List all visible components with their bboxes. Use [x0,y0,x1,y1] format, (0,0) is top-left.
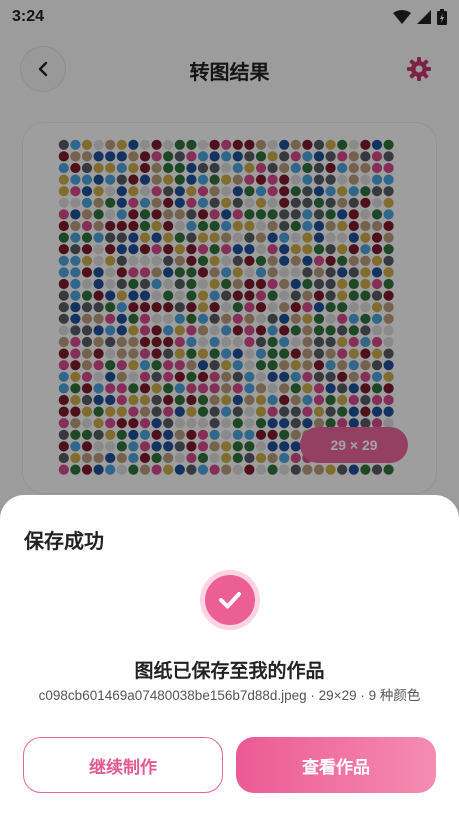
view-works-button[interactable]: 查看作品 [236,737,436,793]
sheet-title: 保存成功 [24,529,104,553]
continue-making-button[interactable]: 继续制作 [23,737,223,793]
check-circle-icon [205,575,255,625]
file-detail: c098cb601469a07480038be156b7d88d.jpeg · … [38,688,421,703]
save-success-sheet: 保存成功 图纸已保存至我的作品 c098cb601469a07480038be1… [0,495,459,816]
save-message: 图纸已保存至我的作品 [134,660,325,682]
